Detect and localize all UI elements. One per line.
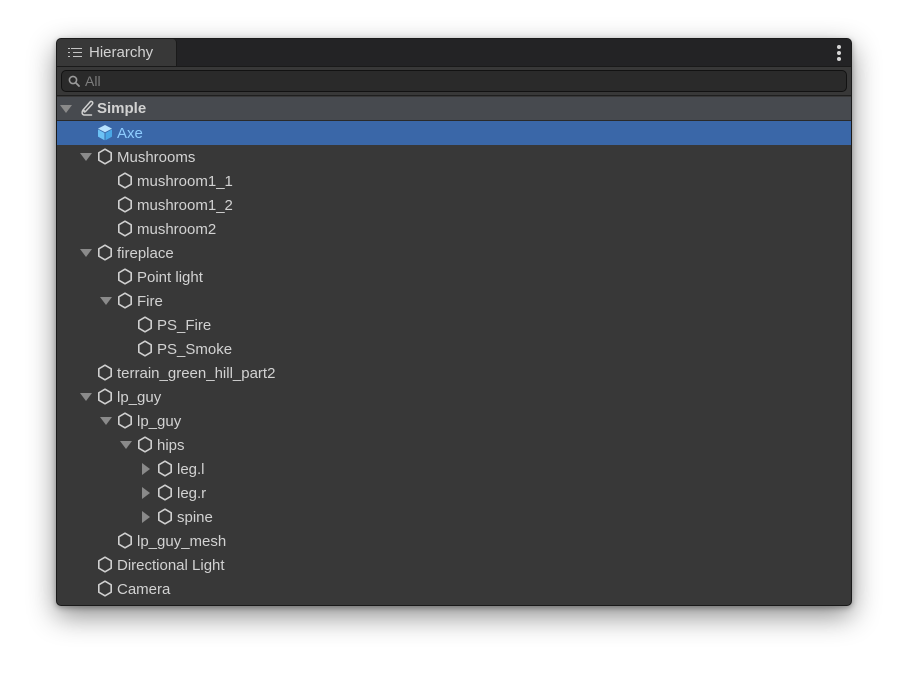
tree-item-label: spine bbox=[177, 508, 213, 526]
tree-item[interactable]: Axe bbox=[57, 121, 851, 145]
tree-item-label: lp_guy_mesh bbox=[137, 532, 227, 550]
expand-arrow-icon[interactable] bbox=[81, 392, 91, 402]
tree-item-label: mushroom1_2 bbox=[137, 196, 233, 214]
search-row bbox=[57, 67, 851, 96]
gameobject-icon bbox=[158, 508, 172, 525]
gameobject-icon bbox=[138, 340, 152, 357]
tree-item-label: lp_guy bbox=[117, 388, 162, 406]
search-input[interactable] bbox=[85, 73, 685, 89]
gameobject-icon bbox=[98, 388, 112, 405]
tree-item[interactable]: terrain_green_hill_part2 bbox=[57, 361, 851, 385]
expand-arrow-icon[interactable] bbox=[101, 296, 111, 306]
expand-arrow-icon[interactable] bbox=[121, 440, 131, 450]
gameobject-icon bbox=[138, 436, 152, 453]
tree-item[interactable]: mushroom2 bbox=[57, 217, 851, 241]
scene-icon bbox=[81, 100, 94, 116]
kebab-menu-icon[interactable] bbox=[837, 45, 841, 61]
tree-item-label: mushroom2 bbox=[137, 220, 217, 238]
tree-item-label: Camera bbox=[117, 580, 171, 598]
tree-item-label: lp_guy bbox=[137, 412, 182, 430]
expand-arrow-icon[interactable] bbox=[61, 104, 71, 114]
gameobject-icon bbox=[118, 412, 132, 429]
tree-item[interactable]: leg.r bbox=[57, 481, 851, 505]
tree-item[interactable]: PS_Smoke bbox=[57, 337, 851, 361]
gameobject-icon bbox=[98, 556, 112, 573]
tree-item[interactable]: PS_Fire bbox=[57, 313, 851, 337]
gameobject-icon bbox=[118, 196, 132, 213]
tree-item-label: PS_Fire bbox=[157, 316, 212, 334]
tree-item-label: Point light bbox=[137, 268, 203, 286]
tree-item-label: leg.r bbox=[177, 484, 207, 502]
tree-item[interactable]: lp_guy bbox=[57, 385, 851, 409]
collapse-arrow-icon[interactable] bbox=[141, 512, 151, 522]
expand-arrow-icon[interactable] bbox=[81, 248, 91, 258]
hierarchy-tree: Simple Axe Mushrooms mushroom1_1 mushroom1_… bbox=[57, 97, 851, 605]
tree-item-label: Directional Light bbox=[117, 556, 225, 574]
gameobject-icon bbox=[118, 220, 132, 237]
collapse-arrow-icon[interactable] bbox=[141, 464, 151, 474]
search-field[interactable] bbox=[61, 70, 847, 92]
tree-item[interactable]: spine bbox=[57, 505, 851, 529]
list-icon bbox=[68, 47, 82, 59]
tree-item-label: hips bbox=[157, 436, 185, 454]
prefab-cube-icon bbox=[98, 125, 112, 141]
gameobject-icon bbox=[138, 316, 152, 333]
collapse-arrow-icon[interactable] bbox=[141, 488, 151, 498]
tree-item-label: mushroom1_1 bbox=[137, 172, 233, 190]
gameobject-icon bbox=[118, 532, 132, 549]
tree-item[interactable]: lp_guy_mesh bbox=[57, 529, 851, 553]
scene-name: Simple bbox=[97, 100, 147, 117]
tree-item-label: Fire bbox=[137, 292, 163, 310]
tree-item[interactable]: mushroom1_1 bbox=[57, 169, 851, 193]
gameobject-icon bbox=[158, 460, 172, 477]
tree-item[interactable]: mushroom1_2 bbox=[57, 193, 851, 217]
search-icon bbox=[68, 75, 80, 87]
tree-item-label: Mushrooms bbox=[117, 148, 196, 166]
tree-item-label: Axe bbox=[117, 124, 143, 142]
tree-item[interactable]: Fire bbox=[57, 289, 851, 313]
tree-item[interactable]: lp_guy bbox=[57, 409, 851, 433]
gameobject-icon bbox=[98, 580, 112, 597]
scene-row[interactable]: Simple bbox=[57, 97, 851, 121]
tree-item[interactable]: Camera bbox=[57, 577, 851, 601]
tree-item-label: leg.l bbox=[177, 460, 205, 478]
tree-item-label: PS_Smoke bbox=[157, 340, 233, 358]
tree-item[interactable]: leg.l bbox=[57, 457, 851, 481]
gameobject-icon bbox=[98, 364, 112, 381]
tree-item[interactable]: hips bbox=[57, 433, 851, 457]
tree-item[interactable]: fireplace bbox=[57, 241, 851, 265]
gameobject-icon bbox=[98, 244, 112, 261]
tree-item[interactable]: Directional Light bbox=[57, 553, 851, 577]
gameobject-icon bbox=[118, 172, 132, 189]
tab-label: Hierarchy bbox=[89, 44, 154, 61]
tree-item-label: terrain_green_hill_part2 bbox=[117, 364, 276, 382]
tab-hierarchy[interactable]: Hierarchy bbox=[57, 39, 177, 66]
gameobject-icon bbox=[98, 148, 112, 165]
tree-item[interactable]: Point light bbox=[57, 265, 851, 289]
gameobject-icon bbox=[118, 268, 132, 285]
tree-item-label: fireplace bbox=[117, 244, 174, 262]
hierarchy-window: Hierarchy Simple Axe Mushrooms mushroom1_1… bbox=[56, 38, 852, 606]
expand-arrow-icon[interactable] bbox=[81, 152, 91, 162]
tab-bar: Hierarchy bbox=[57, 39, 851, 67]
gameobject-icon bbox=[158, 484, 172, 501]
gameobject-icon bbox=[118, 292, 132, 309]
expand-arrow-icon[interactable] bbox=[101, 416, 111, 426]
tree-item[interactable]: Mushrooms bbox=[57, 145, 851, 169]
